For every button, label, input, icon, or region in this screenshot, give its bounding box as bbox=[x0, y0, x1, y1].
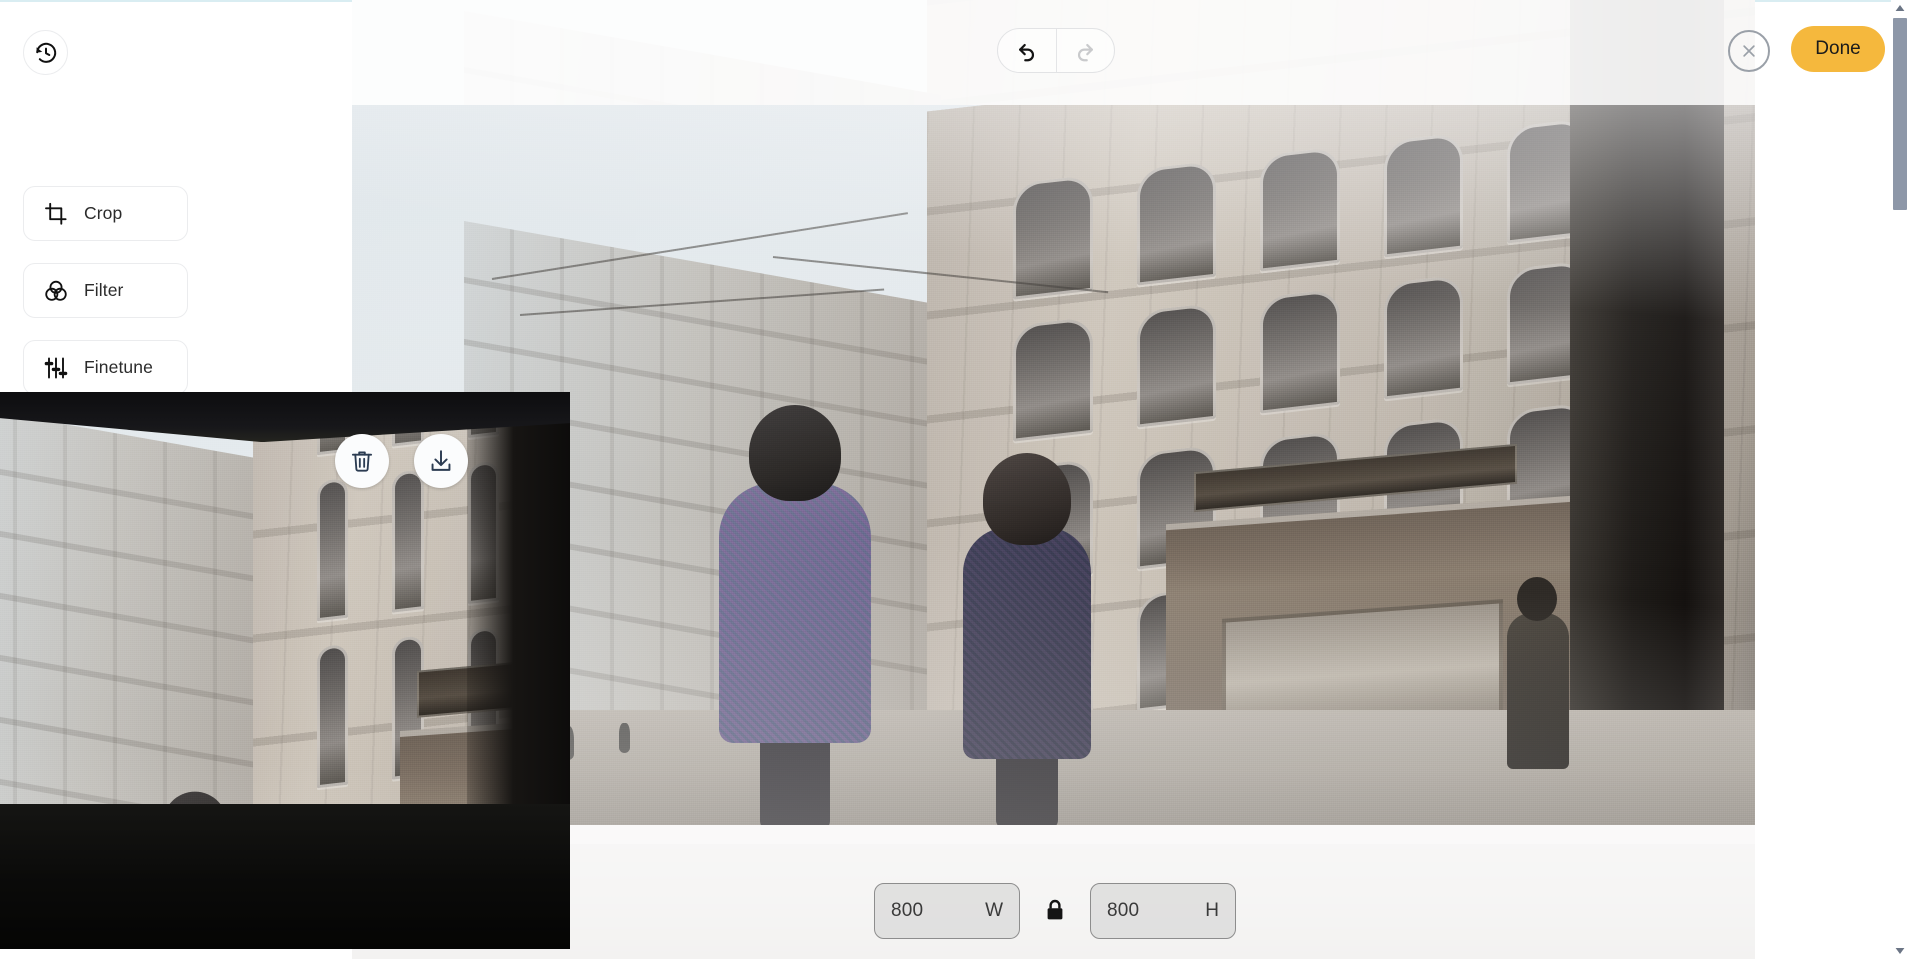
history-button[interactable] bbox=[23, 30, 68, 75]
undo-arrow-icon bbox=[1018, 43, 1034, 61]
redo-arrow-icon bbox=[1078, 43, 1094, 61]
caret-up-icon bbox=[1895, 5, 1905, 11]
filter-circles-icon bbox=[45, 280, 67, 301]
close-x-icon bbox=[1743, 45, 1755, 57]
preview-right-vignette bbox=[467, 392, 570, 838]
sliders-icon bbox=[44, 357, 68, 378]
preview-thumbnail bbox=[0, 392, 570, 949]
aspect-lock-button[interactable] bbox=[1044, 898, 1066, 924]
undo-button[interactable] bbox=[998, 29, 1056, 72]
delete-image-button[interactable] bbox=[335, 434, 389, 488]
scrollbar-thumb[interactable] bbox=[1893, 18, 1907, 210]
image-editor-window: Crop Filter Finetune 800 W 800 H Done bbox=[0, 0, 1909, 959]
tool-button-finetune[interactable]: Finetune bbox=[23, 340, 188, 395]
width-field[interactable]: 800 W bbox=[874, 883, 1020, 939]
done-button-label: Done bbox=[1815, 38, 1861, 59]
height-value[interactable]: 800 bbox=[1107, 900, 1205, 922]
width-value[interactable]: 800 bbox=[891, 900, 985, 922]
caret-down-icon bbox=[1895, 948, 1905, 954]
image-preview-card[interactable] bbox=[0, 392, 570, 949]
vertical-scrollbar[interactable] bbox=[1891, 0, 1909, 959]
height-unit-label: H bbox=[1205, 900, 1219, 921]
scroll-down-button[interactable] bbox=[1891, 943, 1909, 959]
redo-button[interactable] bbox=[1055, 29, 1115, 72]
tool-button-crop[interactable]: Crop bbox=[23, 186, 188, 241]
lock-closed-icon bbox=[1047, 899, 1063, 920]
scroll-up-button[interactable] bbox=[1891, 0, 1909, 16]
download-icon bbox=[431, 450, 451, 471]
download-image-button[interactable] bbox=[414, 434, 468, 488]
done-button[interactable]: Done bbox=[1791, 26, 1885, 72]
tool-label-finetune: Finetune bbox=[84, 357, 153, 377]
width-unit-label: W bbox=[985, 900, 1003, 921]
tool-label-crop: Crop bbox=[84, 203, 123, 223]
close-button[interactable] bbox=[1728, 30, 1770, 72]
tool-label-filter: Filter bbox=[84, 280, 124, 300]
undo-redo-group[interactable] bbox=[997, 28, 1115, 73]
height-field[interactable]: 800 H bbox=[1090, 883, 1236, 939]
preview-action-group bbox=[335, 434, 468, 488]
tool-panel: Crop Filter Finetune bbox=[23, 186, 188, 417]
crop-icon bbox=[45, 202, 67, 225]
trash-icon bbox=[351, 451, 373, 472]
preview-bottom-vignette bbox=[0, 804, 570, 949]
image-size-controls: 800 W 800 H bbox=[874, 883, 1236, 939]
tool-button-filter[interactable]: Filter bbox=[23, 263, 188, 318]
history-revert-icon bbox=[35, 42, 56, 63]
